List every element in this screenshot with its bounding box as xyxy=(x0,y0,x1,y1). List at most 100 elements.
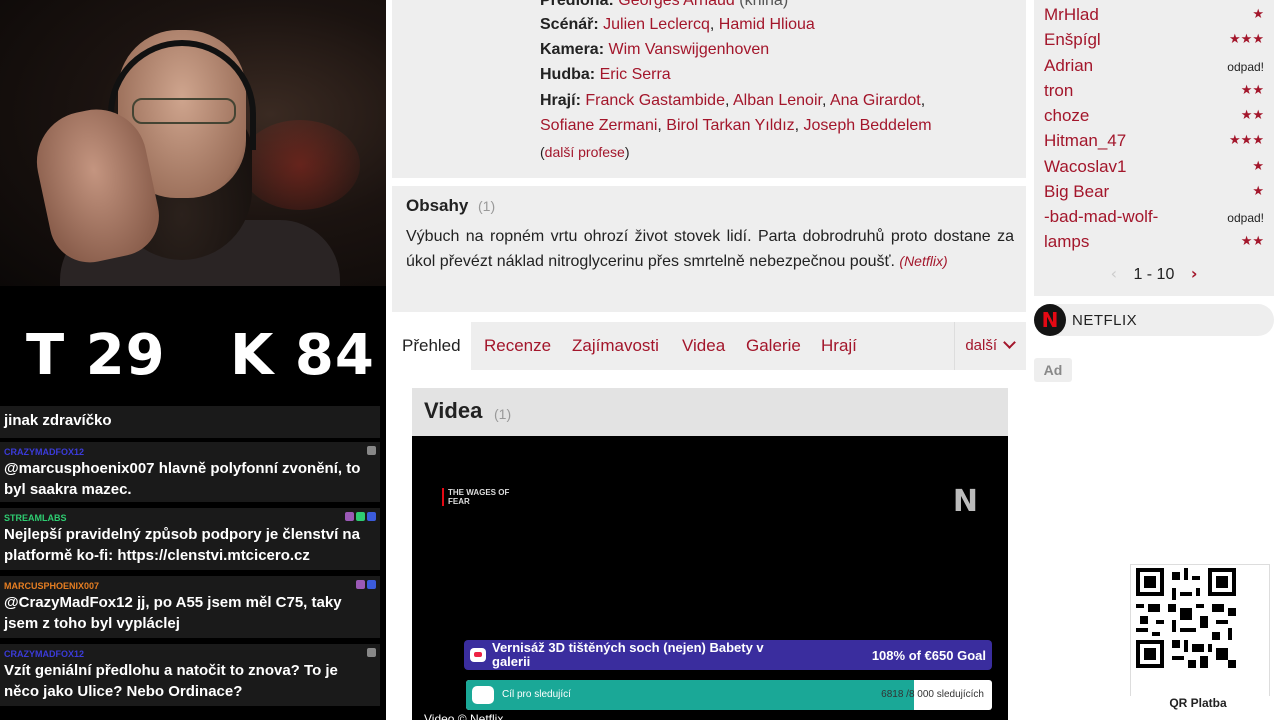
credit-label: Hudba: xyxy=(540,66,596,83)
person-link[interactable]: Ana Girardot xyxy=(830,92,921,109)
netflix-logo-icon: N xyxy=(1034,304,1066,336)
tab-recenze[interactable]: Recenze xyxy=(484,322,551,370)
rating-row: Wacoslav1 ★ xyxy=(1044,155,1264,180)
chat-username: CRAZYMADFOX12 xyxy=(4,447,85,457)
rating-row: choze ★★ xyxy=(1044,104,1264,129)
more-professions: (další profese) xyxy=(540,144,630,160)
chat-message-text: @marcusphoenix007 hlavně polyfonní zvoně… xyxy=(4,460,361,498)
person-link[interactable]: Eric Serra xyxy=(600,66,671,83)
credit-line-hudba: Hudba: Eric Serra xyxy=(540,64,671,86)
ad-label: Ad xyxy=(1034,358,1072,382)
chat-message: STREAMLABS Nejlepší pravidelný způsob po… xyxy=(0,508,380,570)
vod-netflix-link[interactable]: N NETFLIX xyxy=(1034,304,1274,336)
stream-overlay: T 29 K 84 jinak zdravíčko CRAZYMADFOX12 … xyxy=(0,0,386,720)
plot-text: Výbuch na ropném vrtu ohrozí život stove… xyxy=(406,224,1014,274)
follower-goal-icon xyxy=(472,686,494,704)
rating-user-link[interactable]: choze xyxy=(1044,106,1089,126)
follower-goal-bar: Cíl pro sledující 6818 /8 000 sledujícíc… xyxy=(466,680,992,710)
rating-row: Hitman_47 ★★★ xyxy=(1044,129,1264,154)
tab-videa[interactable]: Videa xyxy=(682,322,725,370)
follower-goal-label: Cíl pro sledující xyxy=(502,689,571,700)
chat-message-text: @CrazyMadFox12 jj, po A55 jsem měl C75, … xyxy=(4,594,342,632)
rating-user-link[interactable]: lamps xyxy=(1044,232,1089,252)
credit-label: Předloha: xyxy=(540,0,614,9)
chevron-down-icon xyxy=(1003,336,1016,349)
more-professions-link[interactable]: další profese xyxy=(545,144,625,160)
credit-label: Hrají: xyxy=(540,92,581,109)
person-link[interactable]: Wim Vanswijgenhoven xyxy=(608,41,769,58)
video-title-logo: THE WAGES OF FEAR xyxy=(448,488,510,506)
person-link[interactable]: Georges Arnaud xyxy=(618,0,735,9)
chat-badges xyxy=(356,580,376,589)
video-logo-bar xyxy=(442,488,444,506)
qr-payment: QR Platba xyxy=(1116,548,1280,720)
rating-stars: ★★ xyxy=(1240,108,1264,123)
chat-username: STREAMLABS xyxy=(4,513,67,523)
goal-name: Vernisáž 3D tištěných soch (nejen) Babet… xyxy=(492,640,764,669)
rating-user-link[interactable]: Adrian xyxy=(1044,56,1093,76)
chat-message-text: Vzít geniální předlohu a natočit to znov… xyxy=(4,662,338,700)
rating-row: tron ★★ xyxy=(1044,79,1264,104)
credit-suffix: (kniha) xyxy=(739,0,789,9)
rating-user-link[interactable]: Big Bear xyxy=(1044,182,1109,202)
plot-source-link[interactable]: (Netflix) xyxy=(899,253,947,269)
rating-stars: ★★ xyxy=(1240,234,1264,249)
credit-label: Scénář: xyxy=(540,16,599,33)
credit-line-kamera: Kamera: Wim Vanswijgenhoven xyxy=(540,39,769,61)
rating-user-link[interactable]: MrHlad xyxy=(1044,5,1099,25)
plot-count: (1) xyxy=(478,198,496,214)
person-link[interactable]: Alban Lenoir xyxy=(733,92,822,109)
plot-title: Obsahy xyxy=(406,196,469,215)
rating-user-link[interactable]: Enšpígl xyxy=(1044,30,1101,50)
chat-panel: jinak zdravíčko CRAZYMADFOX12 @marcuspho… xyxy=(0,392,386,720)
netflix-label: NETFLIX xyxy=(1072,312,1138,329)
chat-badges xyxy=(345,512,376,521)
rating-user-link[interactable]: Wacoslav1 xyxy=(1044,157,1127,177)
videos-title: Videa xyxy=(424,398,483,423)
goal-progress: 108% of €650 Goal xyxy=(871,648,986,663)
tab-galerie[interactable]: Galerie xyxy=(746,322,801,370)
rating-stars: ★ xyxy=(1252,7,1264,22)
rating-stars: ★★ xyxy=(1240,83,1264,98)
pager-prev-icon: ‹ xyxy=(1110,264,1117,283)
rating-row: Enšpígl ★★★ xyxy=(1044,28,1264,53)
tab-zajimavosti[interactable]: Zajímavosti xyxy=(572,322,659,370)
qr-label: QR Platba xyxy=(1116,696,1280,710)
rating-user-link[interactable]: Hitman_47 xyxy=(1044,131,1126,151)
rating-row: -bad-mad-wolf- odpad! xyxy=(1044,205,1264,230)
sidebar: MrHlad ★ Enšpígl ★★★ Adrian odpad! tron … xyxy=(1032,0,1280,720)
webcam-feed xyxy=(0,0,386,286)
coffee-cup-icon xyxy=(470,648,486,662)
videos-header: Videa (1) xyxy=(412,388,1008,436)
rating-user-link[interactable]: tron xyxy=(1044,81,1073,101)
person-link[interactable]: Julien Leclercq xyxy=(603,16,710,33)
videos-count: (1) xyxy=(494,406,512,422)
qr-code-icon xyxy=(1136,568,1236,668)
chat-username: CRAZYMADFOX12 xyxy=(4,649,85,659)
rating-row: MrHlad ★ xyxy=(1044,3,1264,28)
person-link[interactable]: Birol Tarkan Yıldız xyxy=(666,117,794,134)
plot-panel: Obsahy (1) Výbuch na ropném vrtu ohrozí … xyxy=(392,186,1026,312)
chat-message: CRAZYMADFOX12 Vzít geniální předlohu a n… xyxy=(0,644,380,706)
video-player[interactable]: THE WAGES OF FEAR N Video © Netflix xyxy=(412,436,1008,720)
ratings-pager: ‹ 1 - 10 › xyxy=(1034,264,1274,284)
rating-row: lamps ★★ xyxy=(1044,230,1264,255)
chat-badges xyxy=(367,446,376,455)
person-link[interactable]: Sofiane Zermani xyxy=(540,117,657,134)
person-link[interactable]: Joseph Beddelem xyxy=(804,117,932,134)
tab-prehled[interactable]: Přehled xyxy=(392,322,471,370)
credit-label: Kamera: xyxy=(540,41,605,58)
pager-next-icon[interactable]: › xyxy=(1191,264,1198,283)
score-k: K 84 xyxy=(230,323,375,388)
chat-message: CRAZYMADFOX12 @marcusphoenix007 hlavně p… xyxy=(0,442,380,502)
person-link[interactable]: Hamid Hlioua xyxy=(719,16,815,33)
video-credit: Video © Netflix xyxy=(424,712,504,720)
person-link[interactable]: Franck Gastambide xyxy=(585,92,725,109)
credit-line-hraji-cont: Sofiane Zermani, Birol Tarkan Yıldız, Jo… xyxy=(540,117,932,134)
tab-more-dropdown[interactable]: další xyxy=(965,322,1016,370)
tab-hraji[interactable]: Hrají xyxy=(821,322,857,370)
pager-range: 1 - 10 xyxy=(1133,266,1175,283)
chat-username: MARCUSPHOENIX007 xyxy=(4,581,100,591)
rating-user-link[interactable]: -bad-mad-wolf- xyxy=(1044,207,1158,227)
chat-message-text: Nejlepší pravidelný způsob podpory je čl… xyxy=(4,526,360,564)
